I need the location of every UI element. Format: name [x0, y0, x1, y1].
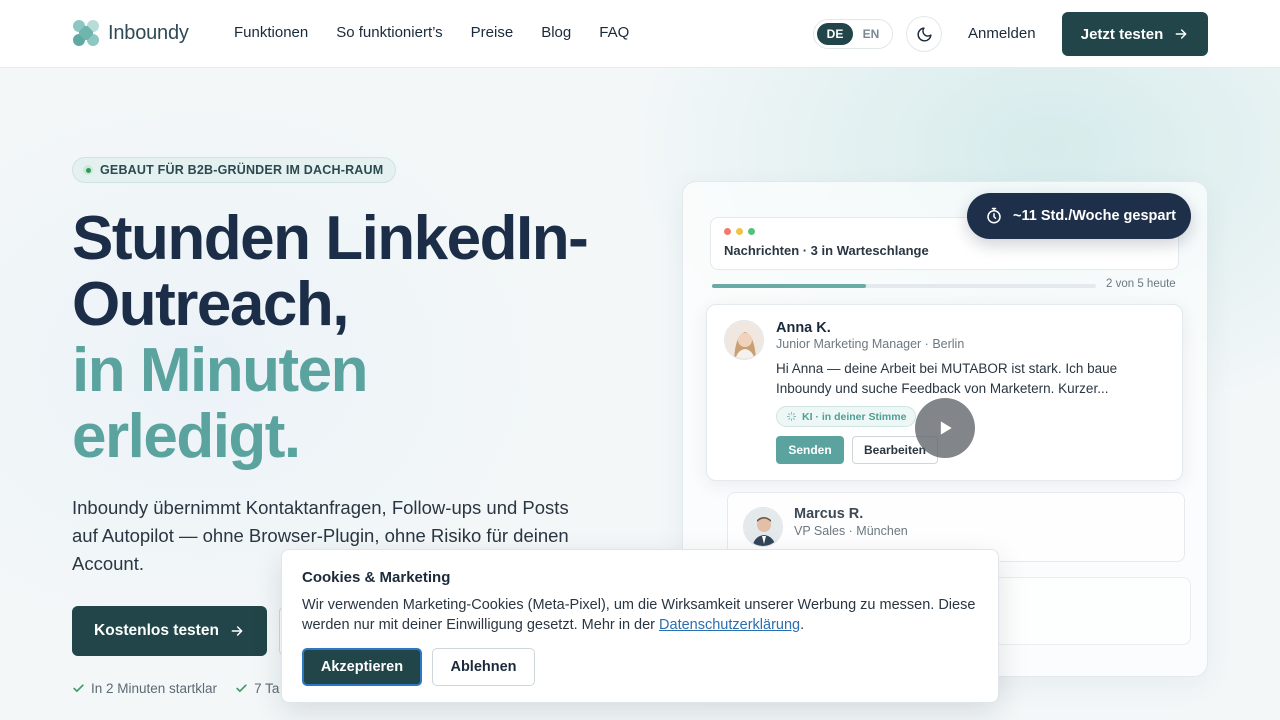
- free-trial-button[interactable]: Kostenlos testen: [72, 606, 267, 656]
- check-item: In 2 Minuten startklar: [72, 681, 217, 696]
- daily-progress-label: 2 von 5 heute: [1106, 278, 1176, 290]
- cookie-consent-dialog: Cookies & Marketing Wir verwenden Market…: [281, 549, 999, 703]
- daily-progress-bar: [712, 284, 1096, 288]
- window-dots-icon: [724, 228, 755, 235]
- contact-role: Junior Marketing Manager · Berlin: [776, 337, 965, 351]
- reject-cookies-button[interactable]: Ablehnen: [432, 648, 535, 686]
- cookie-text-body: Wir verwenden Marketing-Cookies (Meta-Pi…: [302, 597, 976, 633]
- sparkle-icon: [786, 411, 797, 422]
- ai-voice-label: KI · in deiner Stimme: [802, 410, 907, 423]
- try-now-button[interactable]: Jetzt testen: [1062, 12, 1208, 56]
- check-item-label: In 2 Minuten startklar: [91, 681, 218, 696]
- arrow-right-icon: [231, 626, 243, 636]
- headline-line-2: Outreach,: [72, 270, 349, 339]
- theme-toggle-button[interactable]: [906, 16, 942, 52]
- messages-queue-title: Nachrichten · 3 in Warteschlange: [724, 243, 929, 258]
- time-saved-pill: ~11 Std./Woche gespart: [967, 193, 1191, 239]
- check-item-label: 7 Ta: [254, 681, 280, 696]
- top-navigation: Inboundy Funktionen So funktioniert’s Pr…: [0, 0, 1280, 68]
- audience-badge: GEBAUT FÜR B2B-GRÜNDER IM DACH-RAUM: [72, 157, 397, 183]
- headline-line-3: in Minuten: [72, 336, 368, 405]
- draft-message: Hi Anna — deine Arbeit bei MUTABOR ist s…: [776, 361, 1118, 396]
- ai-voice-chip: KI · in deiner Stimme: [776, 406, 917, 427]
- nav-link-preise[interactable]: Preise: [471, 24, 514, 41]
- privacy-policy-link[interactable]: Datenschutzerklärung: [659, 617, 800, 633]
- free-trial-label: Kostenlos testen: [94, 622, 219, 639]
- audience-badge-label: GEBAUT FÜR B2B-GRÜNDER IM DACH-RAUM: [100, 163, 384, 177]
- time-saved-label: ~11 Std./Woche gespart: [1013, 208, 1176, 224]
- status-dot-icon: [83, 165, 93, 175]
- inboundy-logo-icon: [72, 19, 100, 47]
- daily-progress-fill: [712, 284, 866, 288]
- check-icon: [73, 684, 84, 693]
- logo[interactable]: Inboundy: [72, 19, 189, 47]
- try-now-label: Jetzt testen: [1080, 25, 1164, 43]
- moon-icon: [917, 26, 932, 41]
- arrow-right-icon: [1175, 29, 1187, 39]
- contact-name: Marcus R.: [794, 506, 864, 522]
- play-video-button[interactable]: [915, 398, 975, 458]
- language-switcher: DE EN: [813, 19, 893, 49]
- send-button[interactable]: Senden: [776, 436, 844, 464]
- hero-headline: Stunden LinkedIn- Outreach, in Minuten e…: [72, 204, 589, 471]
- login-link[interactable]: Anmelden: [968, 25, 1036, 42]
- hero-checklist: In 2 Minuten startklar 7 Ta: [72, 681, 279, 696]
- nav-link-so-funktionierts[interactable]: So funktioniert’s: [336, 24, 442, 41]
- cookie-text: Wir verwenden Marketing-Cookies (Meta-Pi…: [302, 595, 982, 635]
- logo-text: Inboundy: [108, 21, 189, 44]
- avatar: [743, 507, 783, 547]
- cookie-title: Cookies & Marketing: [302, 569, 451, 586]
- contact-name: Anna K.: [776, 320, 831, 336]
- nav-link-blog[interactable]: Blog: [541, 24, 571, 41]
- check-item: 7 Ta: [235, 681, 279, 696]
- headline-line-4: erledigt.: [72, 402, 301, 471]
- cookie-text-end: .: [800, 617, 805, 633]
- nav-link-faq[interactable]: FAQ: [599, 24, 629, 41]
- lang-de-button[interactable]: DE: [817, 23, 853, 45]
- check-icon: [236, 684, 247, 693]
- play-icon: [940, 421, 952, 435]
- nav-links: Funktionen So funktioniert’s Preise Blog…: [234, 24, 629, 41]
- stopwatch-icon: [987, 207, 1001, 224]
- accept-cookies-button[interactable]: Akzeptieren: [302, 648, 422, 686]
- contact-role: VP Sales · München: [794, 524, 908, 538]
- lang-en-button[interactable]: EN: [853, 23, 889, 45]
- nav-link-funktionen[interactable]: Funktionen: [234, 24, 308, 41]
- headline-line-1: Stunden LinkedIn-: [72, 204, 589, 273]
- avatar: [724, 320, 764, 360]
